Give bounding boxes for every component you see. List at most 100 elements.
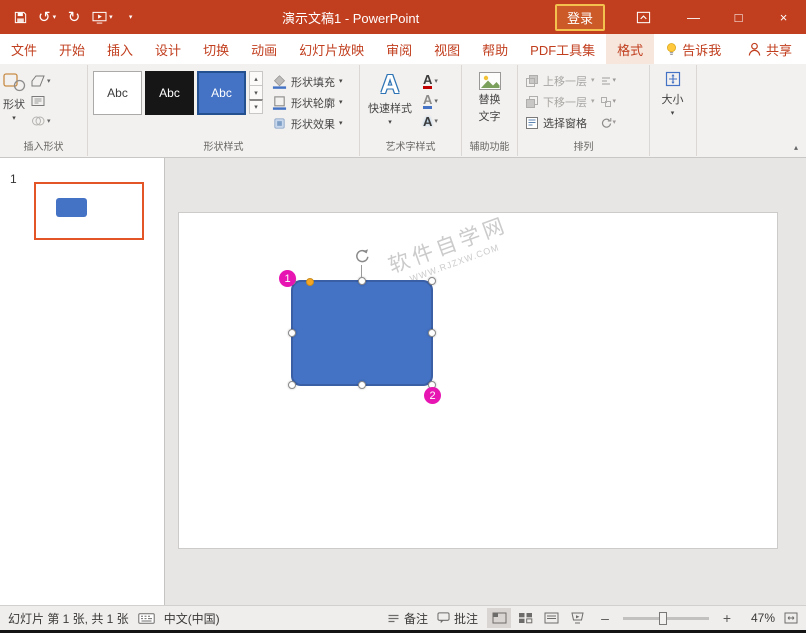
comments-label: 批注: [454, 610, 478, 627]
shape-outline-icon: [272, 95, 287, 110]
gallery-scroll-up-button[interactable]: ▴: [249, 71, 263, 86]
tab-review[interactable]: 审阅: [375, 34, 423, 64]
shape-outline-button[interactable]: 形状轮廓 ▾: [269, 92, 346, 113]
resize-handle-ne[interactable]: [428, 277, 436, 285]
shape-style-swatch-2[interactable]: Abc: [145, 71, 194, 115]
editing-canvas[interactable]: 软件自学网 WWW.RJZXW.COM 1 2: [165, 158, 806, 605]
selection-pane-icon: [525, 116, 539, 130]
text-outline-button[interactable]: A ▾: [421, 93, 440, 109]
normal-view-button[interactable]: [487, 608, 511, 628]
tab-design[interactable]: 设计: [144, 34, 192, 64]
tab-pdf-tools[interactable]: PDF工具集: [519, 34, 606, 64]
rotate-handle-stem: [361, 265, 362, 277]
fit-to-window-button[interactable]: [784, 612, 798, 624]
text-effects-icon: A: [423, 115, 432, 128]
bring-forward-label: 上移一层: [543, 73, 587, 89]
slide-thumbnail[interactable]: [34, 182, 144, 240]
quick-styles-label: 快速样式: [368, 100, 412, 116]
comments-button[interactable]: 批注: [437, 610, 478, 627]
start-slideshow-button[interactable]: ▾: [89, 4, 116, 30]
text-box-button[interactable]: [29, 93, 53, 109]
customize-quick-access-button[interactable]: ▾: [119, 4, 143, 30]
shape-effects-button[interactable]: 形状效果 ▾: [269, 113, 346, 134]
share-button[interactable]: 共享: [734, 34, 806, 64]
redo-icon: ↻: [68, 10, 81, 25]
text-fill-button[interactable]: A ▾: [421, 73, 440, 89]
quick-styles-button[interactable]: A 快速样式 ▾: [362, 66, 418, 140]
text-fill-icon: A: [423, 73, 432, 89]
bring-forward-button[interactable]: 上移一层 ▾: [523, 70, 597, 91]
shapes-icon: [2, 71, 26, 93]
zoom-slider[interactable]: [623, 617, 709, 620]
merge-shapes-button[interactable]: ▾: [29, 113, 53, 129]
tab-insert[interactable]: 插入: [96, 34, 144, 64]
chevron-down-icon: ▾: [129, 14, 133, 21]
tab-view[interactable]: 视图: [423, 34, 471, 64]
tab-format[interactable]: 格式: [606, 34, 654, 64]
maximize-button[interactable]: □: [716, 0, 761, 34]
shape-style-swatch-3-selected[interactable]: Abc: [197, 71, 246, 115]
shapes-button[interactable]: 形状 ▾: [2, 66, 26, 140]
share-label: 共享: [766, 40, 792, 59]
reading-view-button[interactable]: [539, 608, 563, 628]
size-button[interactable]: 大小 ▾: [650, 65, 695, 139]
slide-sorter-view-button[interactable]: [513, 608, 537, 628]
tab-tell-me[interactable]: 告诉我: [654, 34, 732, 64]
chevron-down-icon: ▾: [434, 78, 438, 85]
ribbon-display-options-button[interactable]: [627, 4, 659, 30]
tab-home[interactable]: 开始: [48, 34, 96, 64]
resize-handle-s[interactable]: [358, 381, 366, 389]
input-method-button[interactable]: [138, 613, 155, 624]
redo-button[interactable]: ↻: [62, 4, 86, 30]
rotate-handle[interactable]: [354, 248, 370, 264]
quick-access-toolbar: ↺ ▾ ↻ ▾ ▾: [8, 4, 143, 30]
language-status[interactable]: 中文(中国): [164, 610, 220, 627]
zoom-out-button[interactable]: –: [598, 610, 612, 626]
shape-style-swatch-1[interactable]: Abc: [93, 71, 142, 115]
selection-pane-button[interactable]: 选择窗格: [523, 112, 597, 133]
tab-slideshow[interactable]: 幻灯片放映: [288, 34, 375, 64]
save-button[interactable]: [8, 4, 32, 30]
selected-shape[interactable]: 1 2: [291, 280, 433, 386]
close-button[interactable]: ×: [761, 0, 806, 34]
collapse-ribbon-button[interactable]: ▴: [794, 143, 798, 152]
align-button[interactable]: ▾: [600, 70, 617, 91]
tab-transitions[interactable]: 切换: [192, 34, 240, 64]
tab-file[interactable]: 文件: [0, 34, 48, 64]
group-objects-icon: [600, 96, 612, 108]
tab-help[interactable]: 帮助: [471, 34, 519, 64]
resize-handle-e[interactable]: [428, 329, 436, 337]
chevron-down-icon: ▾: [12, 115, 16, 122]
edit-shape-button[interactable]: ▾: [29, 73, 53, 89]
tell-me-label: 告诉我: [682, 40, 721, 59]
align-icon: [600, 75, 612, 87]
slide-canvas[interactable]: 软件自学网 WWW.RJZXW.COM 1 2: [178, 212, 778, 549]
zoom-slider-thumb[interactable]: [659, 612, 667, 625]
zoom-in-button[interactable]: +: [720, 610, 734, 626]
adjust-handle[interactable]: [306, 278, 314, 286]
login-button[interactable]: 登录: [555, 4, 605, 31]
picture-icon: [478, 71, 502, 91]
minimize-button[interactable]: —: [671, 0, 716, 34]
send-backward-button[interactable]: 下移一层 ▾: [523, 91, 597, 112]
window-title: 演示文稿1 - PowerPoint: [282, 0, 419, 34]
style-gallery-scrollbar: ▴ ▾ ▾: [249, 71, 263, 113]
tab-animations[interactable]: 动画: [240, 34, 288, 64]
gallery-more-button[interactable]: ▾: [249, 99, 263, 114]
text-effects-button[interactable]: A ▾: [421, 113, 440, 129]
slide-info: 幻灯片 第 1 张, 共 1 张: [8, 610, 129, 627]
zoom-level[interactable]: 47%: [743, 611, 775, 625]
shape-fill-button[interactable]: 形状填充 ▾: [269, 71, 346, 92]
resize-handle-sw[interactable]: [288, 381, 296, 389]
resize-handle-n[interactable]: [358, 277, 366, 285]
send-backward-label: 下移一层: [543, 94, 587, 110]
alt-text-button[interactable]: 替换 文字: [463, 66, 517, 140]
gallery-scroll-down-button[interactable]: ▾: [249, 85, 263, 100]
rotate-objects-button[interactable]: ▾: [600, 112, 617, 133]
slideshow-view-button[interactable]: [565, 608, 589, 628]
ribbon-tabs: 文件 开始 插入 设计 切换 动画 幻灯片放映 审阅 视图 帮助 PDF工具集 …: [0, 34, 806, 64]
resize-handle-w[interactable]: [288, 329, 296, 337]
notes-button[interactable]: 备注: [387, 610, 428, 627]
group-objects-button[interactable]: ▾: [600, 91, 617, 112]
undo-button[interactable]: ↺ ▾: [35, 4, 59, 30]
